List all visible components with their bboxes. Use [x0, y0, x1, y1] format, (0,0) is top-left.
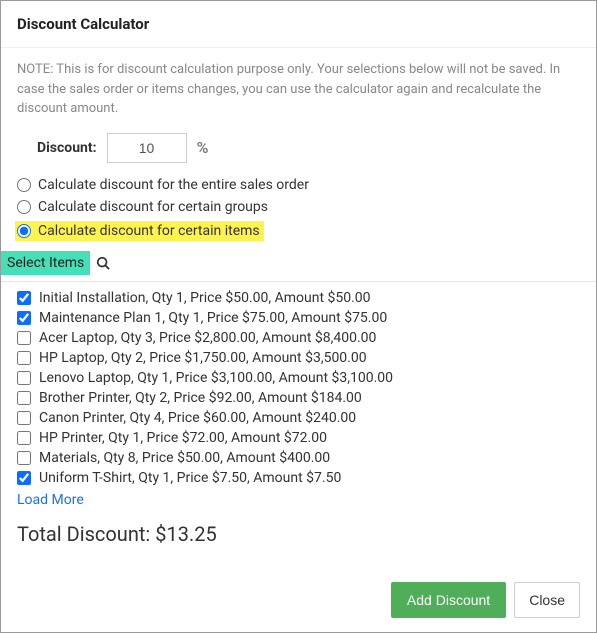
load-more-link[interactable]: Load More: [17, 492, 84, 508]
item-label: Initial Installation, Qty 1, Price $50.0…: [39, 290, 371, 306]
select-items-button[interactable]: Select Items: [1, 251, 90, 275]
item-row[interactable]: Brother Printer, Qty 2, Price $92.00, Am…: [17, 388, 580, 408]
item-checkbox[interactable]: [17, 431, 31, 445]
item-checkbox[interactable]: [17, 311, 31, 325]
item-checkbox[interactable]: [17, 471, 31, 485]
item-row[interactable]: Canon Printer, Qty 4, Price $60.00, Amou…: [17, 408, 580, 428]
radio-certain-groups[interactable]: Calculate discount for certain groups: [17, 199, 268, 215]
radio-certain-items-input[interactable]: [17, 224, 31, 238]
item-checkbox[interactable]: [17, 451, 31, 465]
add-discount-button[interactable]: Add Discount: [391, 582, 506, 618]
item-label: Materials, Qty 8, Price $50.00, Amount $…: [39, 450, 330, 466]
item-row[interactable]: Uniform T-Shirt, Qty 1, Price $7.50, Amo…: [17, 468, 580, 488]
radio-group: Calculate discount for the entire sales …: [17, 177, 580, 241]
discount-label: Discount:: [37, 140, 97, 156]
item-label: Canon Printer, Qty 4, Price $60.00, Amou…: [39, 410, 356, 426]
dialog-content: NOTE: This is for discount calculation p…: [1, 48, 596, 560]
radio-entire-order[interactable]: Calculate discount for the entire sales …: [17, 177, 309, 193]
note-text: NOTE: This is for discount calculation p…: [17, 60, 580, 119]
item-checkbox[interactable]: [17, 411, 31, 425]
radio-entire-order-input[interactable]: [17, 178, 31, 192]
item-checkbox[interactable]: [17, 351, 31, 365]
discount-input[interactable]: [107, 133, 187, 163]
item-checkbox[interactable]: [17, 291, 31, 305]
search-icon[interactable]: [96, 256, 110, 270]
item-row[interactable]: HP Printer, Qty 1, Price $72.00, Amount …: [17, 428, 580, 448]
item-row[interactable]: HP Laptop, Qty 2, Price $1,750.00, Amoun…: [17, 348, 580, 368]
item-label: HP Laptop, Qty 2, Price $1,750.00, Amoun…: [39, 350, 367, 366]
dialog-title: Discount Calculator: [17, 15, 580, 33]
percent-symbol: %: [197, 138, 209, 157]
item-row[interactable]: Initial Installation, Qty 1, Price $50.0…: [17, 288, 580, 308]
dialog-footer: Add Discount Close: [391, 582, 580, 618]
select-items-row: Select Items: [1, 251, 580, 275]
total-discount: Total Discount: $13.25: [17, 522, 580, 546]
dialog-header: Discount Calculator: [1, 1, 596, 48]
item-label: HP Printer, Qty 1, Price $72.00, Amount …: [39, 430, 327, 446]
item-label: Lenovo Laptop, Qty 1, Price $3,100.00, A…: [39, 370, 393, 386]
item-row[interactable]: Maintenance Plan 1, Qty 1, Price $75.00,…: [17, 308, 580, 328]
item-label: Maintenance Plan 1, Qty 1, Price $75.00,…: [39, 310, 387, 326]
radio-entire-order-label: Calculate discount for the entire sales …: [38, 177, 309, 193]
item-checkbox[interactable]: [17, 331, 31, 345]
item-label: Brother Printer, Qty 2, Price $92.00, Am…: [39, 390, 362, 406]
item-row[interactable]: Materials, Qty 8, Price $50.00, Amount $…: [17, 448, 580, 468]
radio-certain-items[interactable]: Calculate discount for certain items: [15, 221, 264, 241]
close-button[interactable]: Close: [514, 582, 580, 618]
item-row[interactable]: Acer Laptop, Qty 3, Price $2,800.00, Amo…: [17, 328, 580, 348]
radio-certain-groups-label: Calculate discount for certain groups: [38, 199, 268, 215]
radio-certain-groups-input[interactable]: [17, 200, 31, 214]
radio-certain-items-label: Calculate discount for certain items: [38, 223, 260, 239]
item-checkbox[interactable]: [17, 371, 31, 385]
discount-row: Discount: %: [37, 133, 580, 163]
item-label: Acer Laptop, Qty 3, Price $2,800.00, Amo…: [39, 330, 376, 346]
item-label: Uniform T-Shirt, Qty 1, Price $7.50, Amo…: [39, 470, 341, 486]
item-checkbox[interactable]: [17, 391, 31, 405]
item-row[interactable]: Lenovo Laptop, Qty 1, Price $3,100.00, A…: [17, 368, 580, 388]
items-list: Initial Installation, Qty 1, Price $50.0…: [1, 281, 596, 488]
